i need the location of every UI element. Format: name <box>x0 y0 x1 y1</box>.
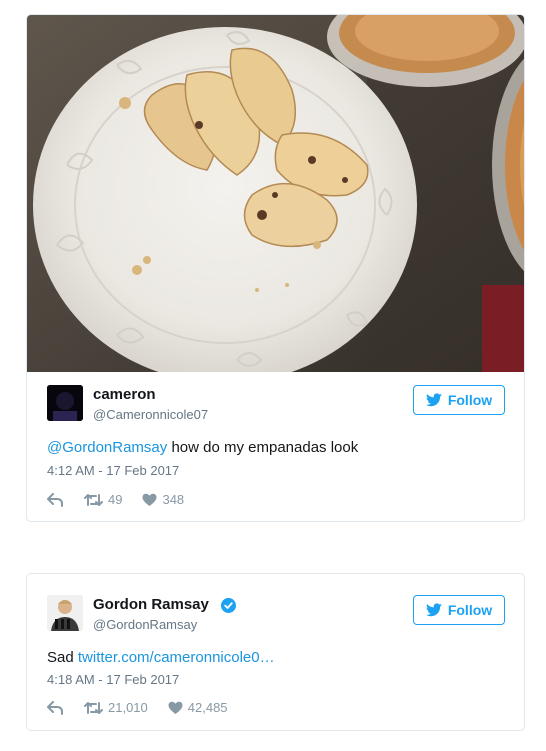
heart-icon <box>142 493 157 506</box>
author-name[interactable]: cameron <box>93 386 156 403</box>
author-handle[interactable]: @Cameronnicole07 <box>93 407 208 422</box>
twitter-bird-icon <box>425 393 442 407</box>
follow-button-label: Follow <box>447 602 493 618</box>
heart-icon <box>168 701 183 714</box>
retweet-icon <box>84 701 103 714</box>
verified-badge-icon <box>221 598 236 613</box>
follow-button[interactable]: Follow <box>413 385 505 415</box>
retweet-icon <box>84 493 103 506</box>
tweet-card-gordon-ramsay: Gordon Ramsay @GordonRamsay Follow Sad t… <box>26 573 525 731</box>
like-count: 42,485 <box>187 700 228 715</box>
tweet-actions: 21,010 42,485 <box>47 700 228 715</box>
avatar-cameron[interactable] <box>47 385 83 421</box>
timestamp[interactable]: 4:12 AM - 17 Feb 2017 <box>47 463 179 478</box>
like-count: 348 <box>162 492 185 507</box>
author-handle[interactable]: @GordonRamsay <box>93 617 197 632</box>
like-action[interactable]: 348 <box>142 492 184 507</box>
timestamp[interactable]: 4:18 AM - 17 Feb 2017 <box>47 672 179 687</box>
retweet-count: 21,010 <box>108 700 148 715</box>
follow-button-label: Follow <box>447 392 493 408</box>
tweet-card-cameron: cameron @Cameronnicole07 Follow @GordonR… <box>26 14 525 522</box>
tweet-actions: 49 348 <box>47 492 184 507</box>
tweet-link[interactable]: twitter.com/cameronnicole0… <box>78 649 275 666</box>
reply-icon <box>47 492 63 507</box>
tweet-body: how do my empanadas look <box>167 439 359 456</box>
retweet-action[interactable]: 21,010 <box>84 700 148 715</box>
tweet-text: @GordonRamsay how do my empanadas look <box>47 439 358 456</box>
retweet-count: 49 <box>108 492 123 507</box>
reply-action[interactable] <box>47 700 64 715</box>
follow-button[interactable]: Follow <box>413 595 505 625</box>
author-name[interactable]: Gordon Ramsay <box>93 596 209 613</box>
tweet-text: Sad twitter.com/cameronnicole0… <box>47 649 275 666</box>
twitter-bird-icon <box>425 603 442 617</box>
like-action[interactable]: 42,485 <box>168 700 228 715</box>
reply-icon <box>47 700 63 715</box>
avatar-gordon-ramsay[interactable] <box>47 595 83 631</box>
mention-link[interactable]: @GordonRamsay <box>47 439 167 456</box>
reply-action[interactable] <box>47 492 64 507</box>
tweet-photo-empanadas[interactable] <box>27 15 525 372</box>
retweet-action[interactable]: 49 <box>84 492 122 507</box>
tweet-body: Sad <box>47 649 78 666</box>
